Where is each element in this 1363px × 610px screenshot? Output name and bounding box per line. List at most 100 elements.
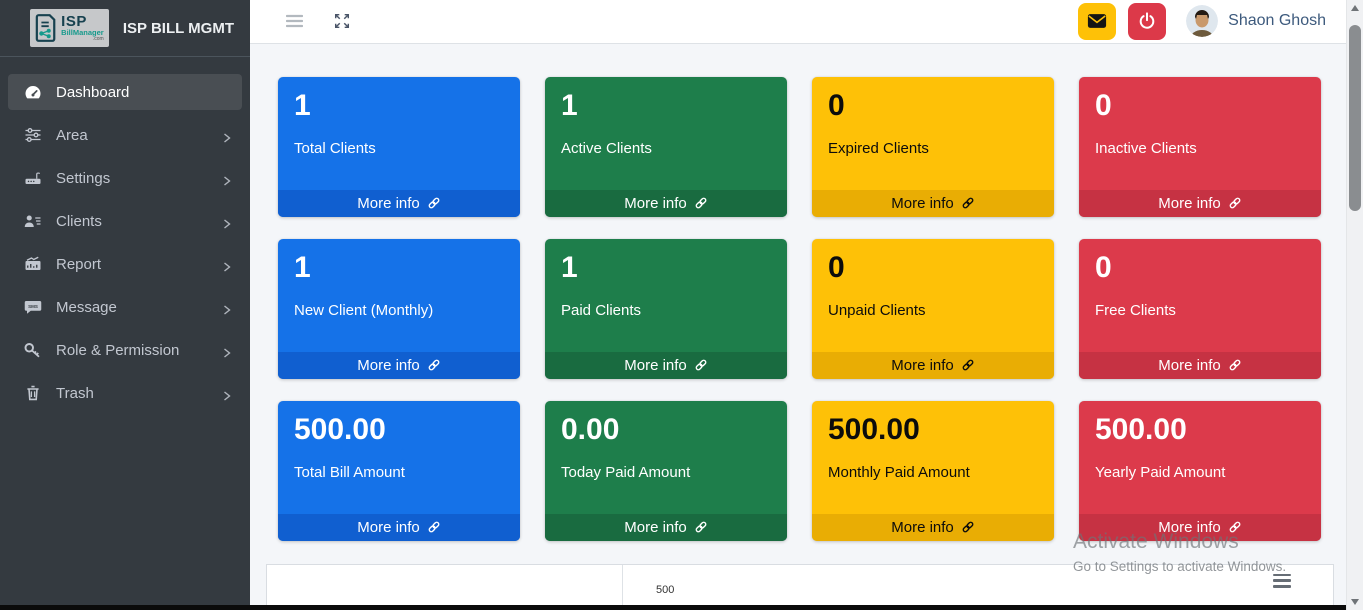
vertical-scrollbar[interactable]: [1346, 0, 1363, 610]
sidebar-item-label: Trash: [56, 385, 222, 402]
chart-panel-left-box: [267, 565, 623, 610]
link-icon: [427, 196, 441, 210]
stat-label: Total Bill Amount: [294, 464, 504, 481]
sidebar-item-trash[interactable]: Trash: [8, 375, 242, 411]
chart-context-menu-icon[interactable]: [1271, 572, 1293, 590]
stat-value: 1: [561, 249, 771, 287]
envelope-button[interactable]: [1078, 3, 1116, 40]
link-icon: [1228, 520, 1242, 534]
link-icon: [961, 520, 975, 534]
chart-axis-tick: 500: [656, 584, 674, 596]
link-icon: [694, 196, 708, 210]
chevron-right-icon: [222, 388, 232, 398]
sidebar-item-dashboard[interactable]: Dashboard: [8, 74, 242, 110]
scrollbar-thumb[interactable]: [1349, 25, 1361, 211]
expand-icon[interactable]: [327, 6, 357, 36]
sidebar-item-clients[interactable]: Clients: [8, 203, 242, 239]
stat-label: New Client (Monthly): [294, 302, 504, 319]
stat-card-expired-clients: 0 Expired Clients More info: [812, 77, 1054, 217]
more-info-link[interactable]: More info: [278, 514, 520, 541]
stat-card-today-paid-amount: 0.00Today Paid Amount More info: [545, 401, 787, 541]
stat-value: 0: [828, 249, 1038, 287]
more-info-link[interactable]: More info: [1079, 190, 1321, 217]
user-menu[interactable]: Shaon Ghosh: [1186, 5, 1332, 37]
trash-icon: [22, 384, 44, 402]
stat-card-monthly-paid-amount: 500.00Monthly Paid Amount More info: [812, 401, 1054, 541]
router-icon: [22, 169, 44, 187]
dashboard-content: 1Total Clients More info 1 Active Clients…: [250, 44, 1346, 541]
link-icon: [961, 358, 975, 372]
envelope-icon: [1087, 13, 1107, 29]
stat-card-yearly-paid-amount: 500.00 Yearly Paid Amount More info: [1079, 401, 1321, 541]
more-info-label: More info: [891, 519, 954, 536]
link-icon: [427, 520, 441, 534]
more-info-link[interactable]: More info: [812, 514, 1054, 541]
sidebar-item-message[interactable]: SMS Message: [8, 289, 242, 325]
power-icon: [1138, 12, 1156, 30]
chevron-right-icon: [222, 173, 232, 183]
sidebar-item-label: Report: [56, 256, 222, 273]
more-info-label: More info: [624, 195, 687, 212]
more-info-link[interactable]: More info: [545, 514, 787, 541]
scroll-up-arrow[interactable]: [1347, 0, 1363, 16]
brand-link[interactable]: ISP BillManager .com ISP BILL MGMT: [0, 0, 250, 57]
link-icon: [427, 358, 441, 372]
stat-value: 500.00: [828, 411, 1038, 449]
stat-card-free-clients: 0 Free Clients More info: [1079, 239, 1321, 379]
more-info-link[interactable]: More info: [545, 190, 787, 217]
sidebar-item-report[interactable]: Report: [8, 246, 242, 282]
sidebar-item-label: Message: [56, 299, 222, 316]
more-info-label: More info: [891, 195, 954, 212]
link-icon: [1228, 196, 1242, 210]
more-info-link[interactable]: More info: [812, 190, 1054, 217]
stat-card-total-clients: 1Total Clients More info: [278, 77, 520, 217]
link-icon: [961, 196, 975, 210]
brand-logo-text: ISP BillManager .com: [61, 14, 104, 42]
link-icon: [694, 520, 708, 534]
sidebar-item-role-permission[interactable]: Role & Permission: [8, 332, 242, 368]
sidebar-item-area[interactable]: Area: [8, 117, 242, 153]
more-info-link[interactable]: More info: [278, 190, 520, 217]
stat-card-total-bill-amount: 500.00 Total Bill Amount More info: [278, 401, 520, 541]
more-info-link[interactable]: More info: [1079, 514, 1321, 541]
stat-card-unpaid-clients: 0 Unpaid Clients More info: [812, 239, 1054, 379]
topbar: Shaon Ghosh: [250, 0, 1346, 44]
power-button[interactable]: [1128, 3, 1166, 40]
stat-label: Yearly Paid Amount: [1095, 464, 1305, 481]
scroll-down-arrow[interactable]: [1347, 594, 1363, 610]
more-info-link[interactable]: More info: [812, 352, 1054, 379]
more-info-label: More info: [357, 519, 420, 536]
stat-card-paid-clients: 1Paid Clients More info: [545, 239, 787, 379]
stat-card-inactive-clients: 0Inactive Clients More info: [1079, 77, 1321, 217]
more-info-link[interactable]: More info: [1079, 352, 1321, 379]
gauge-icon: [22, 83, 44, 101]
stat-label: Active Clients: [561, 140, 771, 157]
more-info-label: More info: [1158, 195, 1221, 212]
stat-cards-grid: 1Total Clients More info 1 Active Clients…: [278, 77, 1321, 541]
stat-label: Expired Clients: [828, 140, 1038, 157]
chevron-right-icon: [222, 302, 232, 312]
brand-logo: ISP BillManager .com: [30, 9, 109, 47]
app-window: ISP BillManager .com ISP BILL MGMT Dashb…: [0, 0, 1363, 610]
more-info-link[interactable]: More info: [545, 352, 787, 379]
stat-value: 0: [828, 87, 1038, 125]
more-info-label: More info: [357, 357, 420, 374]
brand-logo-line1: ISP: [61, 14, 104, 29]
stat-label: Unpaid Clients: [828, 302, 1038, 319]
sidebar-item-settings[interactable]: Settings: [8, 160, 242, 196]
sms-icon: SMS: [22, 298, 44, 316]
stat-label: Free Clients: [1095, 302, 1305, 319]
chart-icon: [22, 255, 44, 273]
link-icon: [1228, 358, 1242, 372]
more-info-link[interactable]: More info: [278, 352, 520, 379]
stat-card-new-client-monthly: 1New Client (Monthly) More info: [278, 239, 520, 379]
sidebar-item-label: Dashboard: [56, 84, 232, 101]
stat-value: 500.00: [1095, 411, 1305, 449]
stat-value: 0: [1095, 249, 1305, 287]
sidebar-item-label: Role & Permission: [56, 342, 222, 359]
stat-value: 0.00: [561, 411, 771, 449]
stat-value: 500.00: [294, 411, 504, 449]
chevron-right-icon: [222, 259, 232, 269]
hamburger-icon[interactable]: [280, 8, 309, 34]
users-icon: [22, 212, 44, 230]
